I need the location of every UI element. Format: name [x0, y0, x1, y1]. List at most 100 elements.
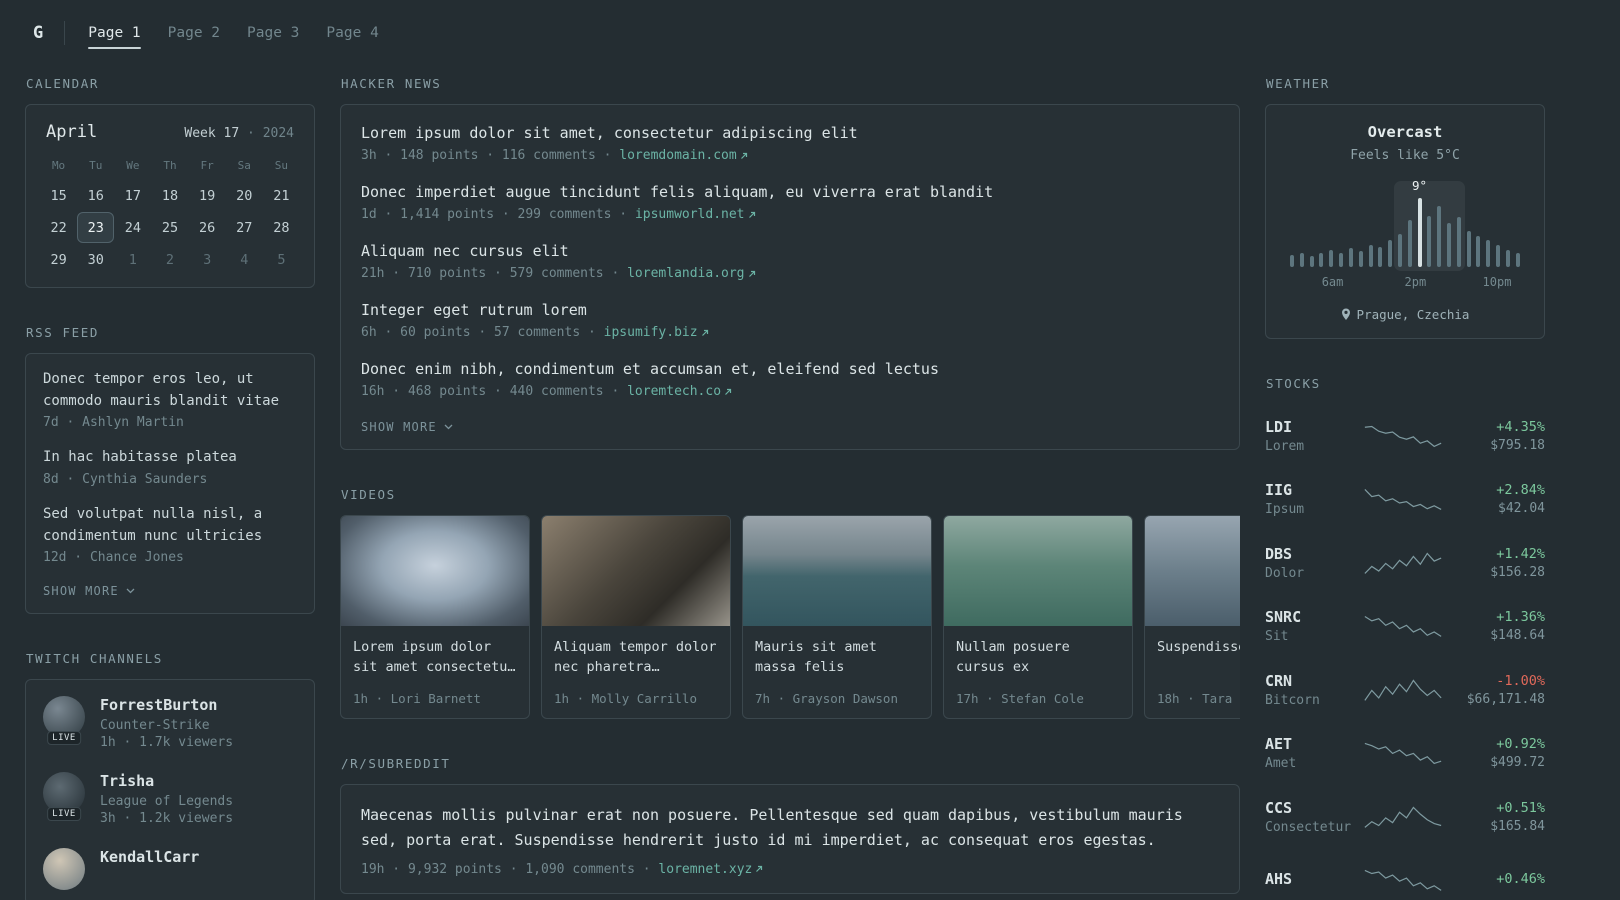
stock-row[interactable]: DBS Dolor +1.42% $156.28: [1265, 531, 1545, 595]
twitch-channel[interactable]: LIVE ForrestBurton Counter-Strike 1h · 1…: [43, 696, 297, 750]
stock-price: $66,171.48: [1466, 691, 1545, 707]
stock-ticker: CRN: [1265, 671, 1293, 690]
calendar-day[interactable]: 28: [263, 212, 300, 243]
video-card[interactable]: Nullam posuere cursus ex 17h · Stefan Co…: [943, 515, 1133, 719]
rss-section: RSS FEED Donec tempor eros leo, ut commo…: [25, 325, 315, 615]
hn-story-domain-link[interactable]: loremdomain.com: [619, 148, 747, 163]
hn-story-stats: 6h · 60 points · 57 comments ·: [361, 325, 596, 340]
rss-item[interactable]: Sed volutpat nulla nisl, a condimentum n…: [43, 504, 297, 565]
calendar-day[interactable]: 22: [40, 212, 77, 243]
channel-name[interactable]: ForrestBurton: [100, 696, 233, 714]
chevron-down-icon: [444, 424, 453, 430]
video-thumbnail[interactable]: [1145, 516, 1240, 626]
hn-story-domain-link[interactable]: loremlandia.org: [627, 266, 755, 281]
hn-story-domain: loremdomain.com: [619, 148, 737, 163]
calendar-header: April Week 17 · 2024: [40, 120, 300, 152]
external-link-icon: [756, 865, 763, 872]
weather-feels-like: Feels like 5°C: [1350, 148, 1460, 163]
hn-story-title[interactable]: Lorem ipsum dolor sit amet, consectetur …: [361, 123, 1219, 144]
tab-page-3[interactable]: Page 3: [247, 17, 299, 49]
hn-story-domain-link[interactable]: ipsumworld.net: [635, 207, 756, 222]
calendar-day[interactable]: 5: [263, 244, 300, 275]
rss-item[interactable]: In hac habitasse platea 8d · Cynthia Sau…: [43, 447, 297, 487]
twitch-channel[interactable]: KendallCarr: [43, 848, 297, 891]
weather-bar: [1486, 240, 1491, 267]
calendar-day[interactable]: 19: [189, 180, 226, 211]
calendar-day[interactable]: 26: [189, 212, 226, 243]
calendar-section: CALENDAR April Week 17 · 2024 Mo Tu We Th Fr…: [25, 76, 315, 288]
stock-row[interactable]: AHS +0.46%: [1265, 849, 1545, 900]
rss-item-title: In hac habitasse platea: [43, 449, 237, 466]
twitch-section-title: TWITCH CHANNELS: [26, 651, 163, 667]
calendar-day[interactable]: 25: [151, 212, 188, 243]
weather-chart: 9°: [1290, 178, 1520, 271]
video-card[interactable]: Lorem ipsum dolor sit amet consectetu… 1…: [340, 515, 530, 719]
channel-name[interactable]: KendallCarr: [100, 848, 199, 866]
stock-row[interactable]: LDI Lorem +4.35% $795.18: [1265, 404, 1545, 468]
calendar-day[interactable]: 27: [226, 212, 263, 243]
calendar-day[interactable]: 30: [77, 244, 114, 275]
calendar-day[interactable]: 18: [151, 180, 188, 211]
video-card[interactable]: Suspendisse diam 18h · Tara: [1144, 515, 1240, 719]
calendar-week: Week 17: [184, 126, 240, 141]
tab-page-2[interactable]: Page 2: [168, 17, 220, 49]
hn-story[interactable]: Integer eget rutrum lorem 6h · 60 points…: [361, 300, 1219, 340]
hackernews-section: HACKER NEWS Lorem ipsum dolor sit amet, …: [340, 76, 1240, 450]
weather-location[interactable]: Prague, Czechia: [1282, 303, 1528, 326]
calendar-day[interactable]: 20: [226, 180, 263, 211]
calendar-day[interactable]: 15: [40, 180, 77, 211]
hn-story-title[interactable]: Donec enim nibh, condimentum et accumsan…: [361, 359, 1219, 380]
top-nav: G Page 1 Page 2 Page 3 Page 4: [0, 0, 1620, 66]
calendar-day[interactable]: 3: [189, 244, 226, 275]
reddit-post-title[interactable]: Maecenas mollis pulvinar erat non posuer…: [361, 803, 1219, 853]
calendar-day[interactable]: 21: [263, 180, 300, 211]
calendar-day[interactable]: 1: [114, 244, 151, 275]
stock-row[interactable]: CRN Bitcorn -1.00% $66,171.48: [1265, 658, 1545, 722]
twitch-channel[interactable]: LIVE Trisha League of Legends 3h · 1.2k …: [43, 772, 297, 826]
video-thumbnail[interactable]: [944, 516, 1132, 626]
hn-story[interactable]: Donec imperdiet augue tincidunt felis al…: [361, 182, 1219, 222]
channel-name[interactable]: Trisha: [100, 772, 233, 790]
hn-story[interactable]: Donec enim nibh, condimentum et accumsan…: [361, 359, 1219, 399]
video-card[interactable]: Aliquam tempor dolor nec pharetra… 1h · …: [541, 515, 731, 719]
rss-item[interactable]: Donec tempor eros leo, ut commodo mauris…: [43, 369, 297, 430]
calendar-day[interactable]: 17: [114, 180, 151, 211]
avatar-wrap: LIVE: [43, 696, 85, 746]
video-thumbnail[interactable]: [341, 516, 529, 626]
hn-show-more-button[interactable]: SHOW MORE: [361, 418, 453, 436]
calendar-day[interactable]: 2: [151, 244, 188, 275]
rss-show-more-button[interactable]: SHOW MORE: [43, 582, 135, 600]
calendar-day[interactable]: 29: [40, 244, 77, 275]
hn-story-title[interactable]: Aliquam nec cursus elit: [361, 241, 1219, 262]
stock-change: +1.36%: [1496, 609, 1545, 626]
right-column: WEATHER Overcast Feels like 5°C 9° 6am 2…: [1265, 76, 1545, 900]
rss-item-meta: 12d · Chance Jones: [43, 550, 184, 566]
calendar-day[interactable]: 16: [77, 180, 114, 211]
hn-story[interactable]: Aliquam nec cursus elit 21h · 710 points…: [361, 241, 1219, 281]
hn-story-title[interactable]: Donec imperdiet augue tincidunt felis al…: [361, 182, 1219, 203]
video-thumbnail[interactable]: [743, 516, 931, 626]
calendar-day[interactable]: 24: [114, 212, 151, 243]
calendar-week-year: Week 17 · 2024: [184, 126, 294, 141]
tab-page-1[interactable]: Page 1: [88, 17, 142, 49]
tab-page-4[interactable]: Page 4: [326, 17, 378, 49]
calendar-day-selected[interactable]: 23: [77, 212, 115, 243]
stocks-list: LDI Lorem +4.35% $795.18 IIG Ipsum +2.84…: [1265, 404, 1545, 900]
stock-ticker: AHS: [1265, 869, 1293, 888]
video-card[interactable]: Mauris sit amet massa felis 7h · Grayson…: [742, 515, 932, 719]
reddit-post-domain-link[interactable]: loremnet.xyz: [658, 862, 763, 877]
stock-row[interactable]: SNRC Sit +1.36% $148.64: [1265, 595, 1545, 659]
video-title: Mauris sit amet massa felis: [755, 639, 877, 676]
hn-story[interactable]: Lorem ipsum dolor sit amet, consectetur …: [361, 123, 1219, 163]
stock-row[interactable]: IIG Ipsum +2.84% $42.04: [1265, 468, 1545, 532]
stock-row[interactable]: CCS Consectetur +0.51% $165.84: [1265, 785, 1545, 849]
hn-story-domain-link[interactable]: ipsumify.biz: [604, 325, 709, 340]
hn-story-title[interactable]: Integer eget rutrum lorem: [361, 300, 1219, 321]
calendar-day[interactable]: 4: [226, 244, 263, 275]
app-logo[interactable]: G: [25, 23, 64, 43]
stock-sparkline: [1364, 616, 1442, 638]
stock-row[interactable]: AET Amet +0.92% $499.72: [1265, 722, 1545, 786]
hn-story-domain-link[interactable]: loremtech.co: [627, 384, 732, 399]
video-thumbnail[interactable]: [542, 516, 730, 626]
reddit-post-domain: loremnet.xyz: [658, 861, 753, 877]
